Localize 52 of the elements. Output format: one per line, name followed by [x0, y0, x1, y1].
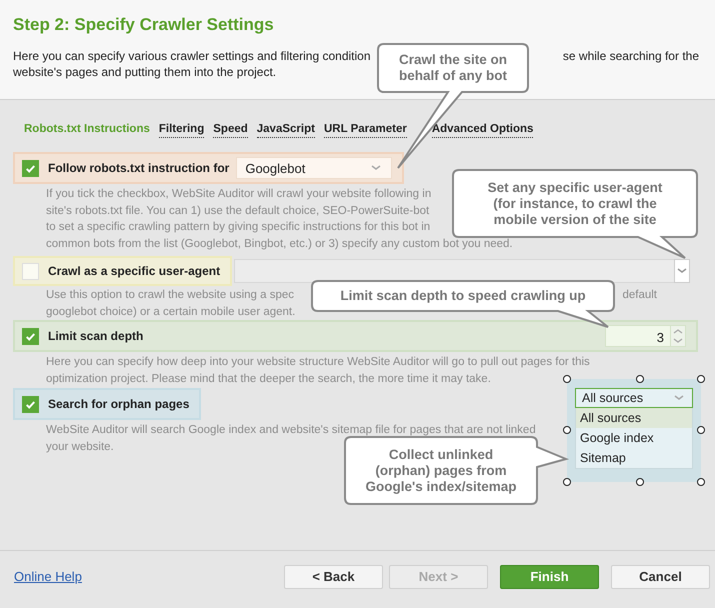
caret-icon: [674, 395, 684, 401]
resize-handle[interactable]: [563, 375, 571, 383]
option-label: Follow robots.txt instruction for: [48, 161, 230, 175]
option-label: Crawl as a specific user-agent: [48, 264, 220, 278]
option-description: to set a specific crawling pattern by giving specific instructions for this bot in: [46, 221, 430, 233]
tab[interactable]: JavaScript: [256, 122, 315, 138]
caret-icon: [677, 268, 687, 274]
intro-text: se while searching for the: [562, 48, 699, 64]
intro-text: Here you can specify various crawler settings and filtering condition: [13, 48, 371, 64]
caret-icon: [371, 165, 382, 171]
dropdown-option[interactable]: All sources: [576, 408, 692, 428]
option-description: Use this option to crawl the website using a spec: [46, 288, 294, 303]
option-description: common bots from the list (Googlebot, Bingbot, etc.) or 3) specify any custom bot you need.: [46, 238, 513, 250]
resize-handle[interactable]: [563, 478, 571, 486]
user-agent-dropdown[interactable]: [234, 259, 674, 283]
callout-text: Collect unlinked (orphan) pages from Google's index/sitemap: [365, 446, 517, 494]
option-description: your website.: [46, 440, 114, 452]
page-title: Step 2: Specify Crawler Settings: [13, 15, 275, 35]
dropdown-button[interactable]: [674, 259, 690, 283]
option-description: optimization project. Please mind that the deeper the search, the more time it may take.: [46, 372, 491, 384]
dropdown-option[interactable]: Google index: [576, 428, 692, 448]
depth-spinner[interactable]: 3: [605, 325, 671, 347]
option-description: Here you can specify how deep into your website structure WebSite Auditor will go to pull out pages for this: [46, 356, 590, 368]
tab[interactable]: Speed: [213, 122, 248, 138]
checkbox[interactable]: [22, 328, 39, 344]
intro-text: website's pages and putting them into the project.: [13, 64, 276, 80]
dropdown-option[interactable]: Sitemap: [576, 448, 692, 468]
tab[interactable]: Filtering: [158, 122, 204, 138]
wizard-button[interactable]: < Back: [284, 564, 383, 588]
resize-handle[interactable]: [697, 478, 705, 486]
resize-handle[interactable]: [697, 375, 705, 383]
resize-handle[interactable]: [636, 375, 644, 383]
help-link[interactable]: Online Help: [14, 569, 82, 584]
option-description: site's robots.txt file. You can 1) use the default choice, SEO-PowerSuite-bot: [46, 204, 430, 216]
option-description: default: [622, 288, 657, 303]
callout-text: Limit scan depth to speed crawling up: [340, 288, 586, 304]
tab[interactable]: URL Parameter: [324, 122, 407, 138]
option-description: If you tick the checkbox, WebSite Auditor will crawl your website following in: [46, 188, 432, 200]
bot-dropdown[interactable]: Googlebot: [236, 157, 392, 179]
resize-handle[interactable]: [636, 478, 644, 486]
option-description: googlebot choice) or a certain mobile user agent.: [46, 304, 296, 320]
checkbox[interactable]: [22, 396, 39, 412]
option-label: Search for orphan pages: [48, 397, 190, 411]
resize-handle[interactable]: [697, 426, 705, 434]
option-description: WebSite Auditor will search Google index and website's sitemap file for pages that are not linked: [46, 424, 536, 436]
callout-text: Crawl the site on behalf of any bot: [398, 52, 508, 84]
checkbox[interactable]: [22, 160, 39, 176]
wizard-button[interactable]: Cancel: [611, 564, 710, 588]
resize-handle[interactable]: [563, 426, 571, 434]
option-label: Limit scan depth: [48, 329, 144, 343]
callout-text: Set any specific user-agent (for instance, to crawl the mobile version of the site: [486, 180, 664, 228]
source-dropdown[interactable]: All sources: [575, 388, 693, 408]
